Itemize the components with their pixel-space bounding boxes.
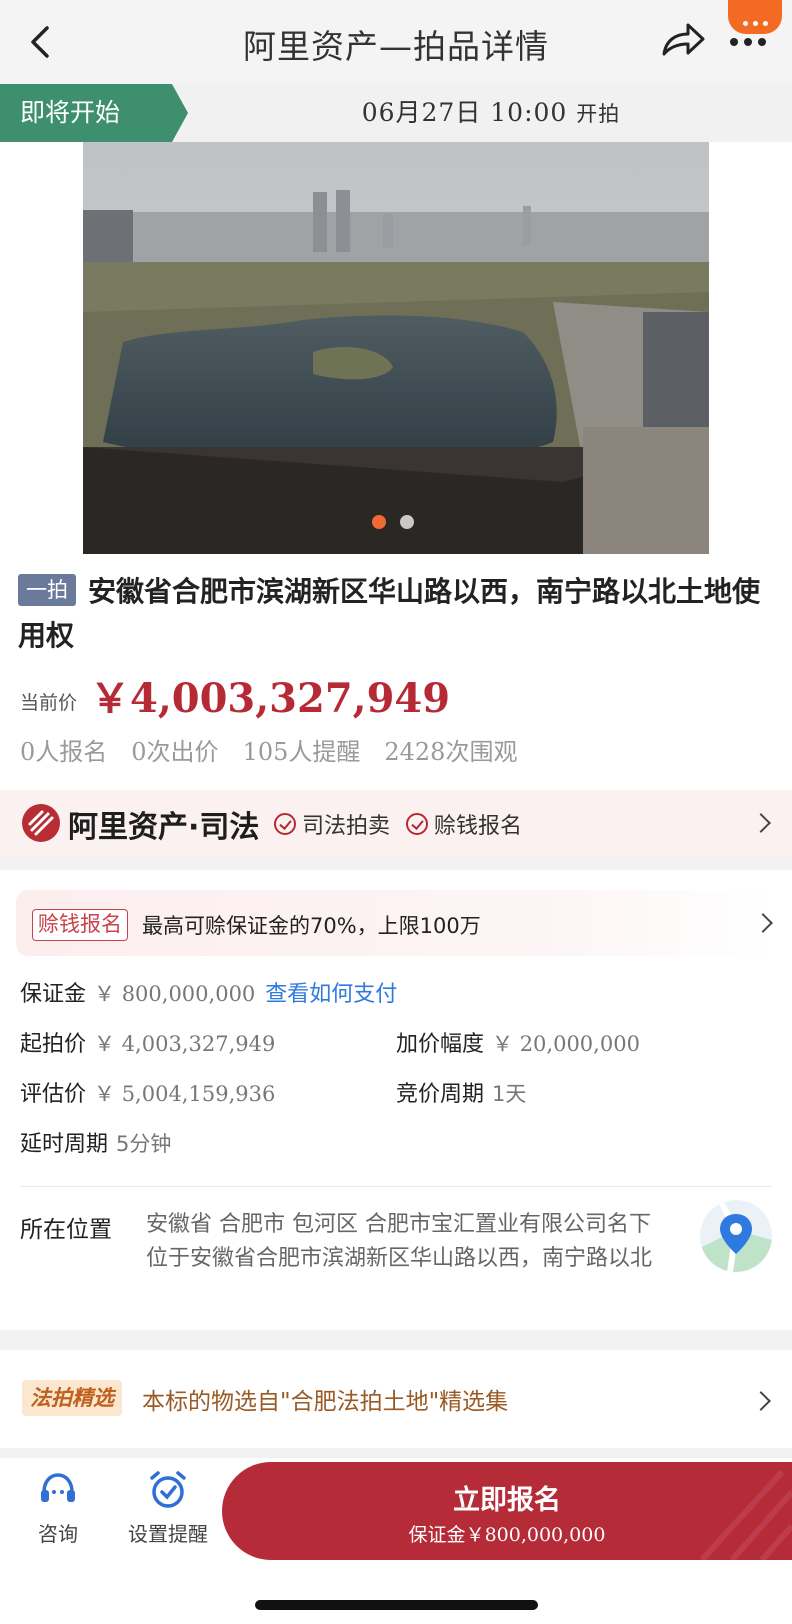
deposit-row: 保证金 ￥ 800,000,000 查看如何支付 bbox=[20, 976, 397, 1008]
check-circle-icon bbox=[274, 813, 296, 835]
increment-row: 加价幅度 ￥ 20,000,000 bbox=[396, 1026, 640, 1058]
delay-label: 延时周期 bbox=[20, 1132, 109, 1157]
message-bubble-icon[interactable] bbox=[728, 0, 782, 34]
headset-icon bbox=[36, 1468, 80, 1512]
current-price: ￥4,003,327,949 bbox=[90, 675, 451, 722]
chevron-right-icon bbox=[751, 813, 771, 833]
stat-views: 2428次围观 bbox=[384, 738, 518, 766]
pager-dot bbox=[400, 515, 414, 529]
badge-credit-signup: 赊钱报名 bbox=[406, 808, 522, 840]
increment-value: ￥ 20,000,000 bbox=[492, 1032, 640, 1056]
start-time-suffix: 开拍 bbox=[576, 102, 621, 126]
delay-value: 5分钟 bbox=[116, 1132, 172, 1156]
chevron-right-icon bbox=[751, 1391, 771, 1411]
delay-row: 延时周期 5分钟 bbox=[20, 1126, 171, 1158]
stat-bids: 0次出价 bbox=[131, 738, 219, 766]
cycle-row: 竞价周期 1天 bbox=[396, 1076, 526, 1108]
status-tag: 即将开始 bbox=[0, 84, 188, 142]
apply-deposit: 保证金￥800,000,000 bbox=[222, 1520, 792, 1547]
start-price-label: 起拍价 bbox=[20, 1032, 87, 1057]
auction-details: 赊钱报名 最高可赊保证金的70%，上限100万 保证金 ￥ 800,000,000… bbox=[0, 870, 792, 1330]
cycle-label: 竞价周期 bbox=[396, 1082, 485, 1107]
apply-now-button[interactable]: 立即报名 保证金￥800,000,000 bbox=[222, 1462, 792, 1560]
increment-label: 加价幅度 bbox=[396, 1032, 485, 1057]
badge-judicial-auction: 司法拍卖 bbox=[274, 808, 390, 840]
stat-reminders: 105人提醒 bbox=[242, 738, 361, 766]
apply-deposit-label: 保证金 bbox=[408, 1524, 466, 1546]
badge-label: 赊钱报名 bbox=[434, 814, 523, 839]
share-icon bbox=[662, 23, 705, 56]
set-reminder-button[interactable]: 设置提醒 bbox=[122, 1468, 214, 1547]
curated-collection-strip[interactable]: 法拍精选 本标的物选自"合肥法拍土地"精选集 bbox=[0, 1350, 792, 1448]
alarm-clock-icon bbox=[146, 1468, 190, 1512]
stat-signups: 0人报名 bbox=[20, 738, 108, 766]
apply-deposit-value: ￥800,000,000 bbox=[465, 1524, 606, 1546]
item-photo[interactable] bbox=[83, 142, 709, 554]
pager-dot-active bbox=[372, 515, 386, 529]
appraisal-label: 评估价 bbox=[20, 1082, 87, 1107]
location-text: 安徽省 合肥市 包河区 合肥市宝汇置业有限公司名下位于安徽省合肥市滨湖新区华山路… bbox=[146, 1212, 653, 1271]
apply-now-label: 立即报名 bbox=[453, 1485, 561, 1516]
curated-tag: 法拍精选 bbox=[22, 1380, 122, 1416]
badge-label: 司法拍卖 bbox=[302, 814, 391, 839]
chevron-right-icon bbox=[753, 913, 773, 933]
credit-text: 最高可赊保证金的70%，上限100万 bbox=[142, 914, 481, 938]
check-circle-icon bbox=[406, 813, 428, 835]
top-nav-bar: 阿里资产—拍品详情 bbox=[0, 0, 792, 84]
curated-text: 本标的物选自"合肥法拍土地"精选集 bbox=[142, 1389, 509, 1415]
share-button[interactable] bbox=[660, 20, 708, 64]
item-title: 安徽省合肥市滨湖新区华山路以西，南宁路以北土地使用权 bbox=[18, 575, 761, 652]
credit-tag: 赊钱报名 bbox=[32, 909, 128, 941]
deposit-value: ￥ 800,000,000 bbox=[94, 982, 256, 1006]
deposit-label: 保证金 bbox=[20, 982, 87, 1007]
how-to-pay-link[interactable]: 查看如何支付 bbox=[265, 982, 397, 1007]
judicial-service-strip[interactable]: 阿里资产·司法 司法拍卖 赊钱报名 bbox=[0, 790, 792, 856]
start-price-value: ￥ 4,003,327,949 bbox=[94, 1032, 276, 1056]
ali-assets-logo-icon bbox=[22, 804, 60, 842]
item-info: 安徽省合肥市滨湖新区华山路以西，南宁路以北土地使用权 一拍 当前价 ￥4,003… bbox=[0, 554, 792, 790]
start-price-row: 起拍价 ￥ 4,003,327,949 bbox=[20, 1026, 275, 1058]
appraisal-row: 评估价 ￥ 5,004,159,936 bbox=[20, 1076, 275, 1108]
judicial-brand: 阿里资产·司法 bbox=[68, 810, 260, 845]
credit-signup-banner[interactable]: 赊钱报名 最高可赊保证金的70%，上限100万 bbox=[16, 890, 776, 956]
round-badge: 一拍 bbox=[18, 574, 76, 606]
home-indicator bbox=[255, 1600, 538, 1610]
auction-start-bar: 即将开始 06月27日 10:00 开拍 bbox=[0, 84, 792, 142]
more-icon bbox=[730, 38, 766, 46]
consult-label: 咨询 bbox=[38, 1522, 78, 1546]
start-time: 06月27日 10:00 开拍 bbox=[190, 84, 792, 142]
consult-button[interactable]: 咨询 bbox=[30, 1468, 86, 1547]
photo-gallery[interactable] bbox=[0, 142, 792, 554]
location-label: 所在位置 bbox=[20, 1217, 112, 1243]
map-pin-icon[interactable] bbox=[700, 1200, 772, 1272]
cycle-value: 1天 bbox=[492, 1082, 527, 1106]
start-time-value: 06月27日 10:00 bbox=[361, 98, 568, 127]
stats-row: 0人报名 0次出价 105人提醒 2428次围观 bbox=[20, 732, 517, 767]
divider bbox=[20, 1186, 772, 1187]
set-reminder-label: 设置提醒 bbox=[128, 1522, 208, 1546]
price-label: 当前价 bbox=[20, 692, 78, 714]
gallery-pager bbox=[372, 515, 414, 529]
appraisal-value: ￥ 5,004,159,936 bbox=[94, 1082, 276, 1106]
